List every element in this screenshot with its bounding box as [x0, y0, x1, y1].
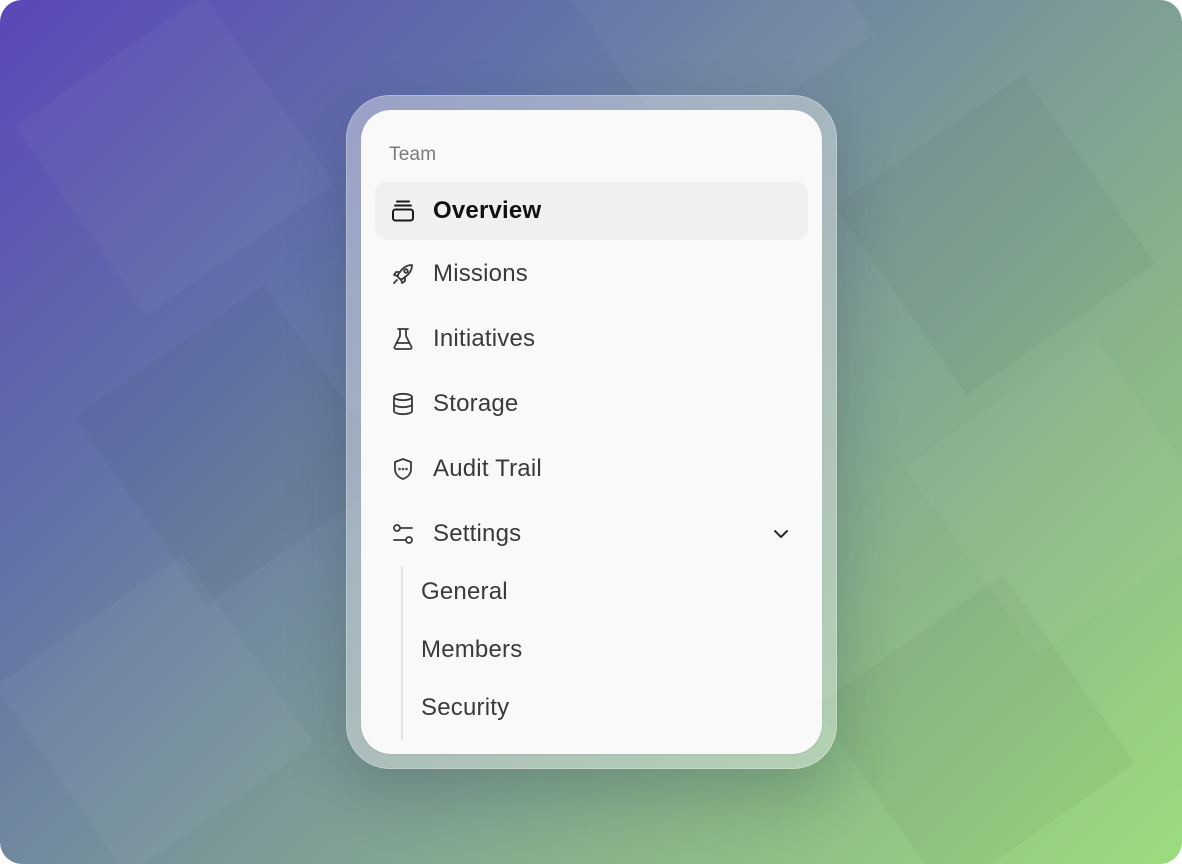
- submenu-item-security[interactable]: Security: [421, 685, 801, 731]
- flask-icon: [389, 325, 417, 353]
- sidebar-item-label: Storage: [433, 390, 519, 417]
- sidebar-item-storage[interactable]: Storage: [375, 375, 808, 433]
- database-icon: [389, 390, 417, 418]
- sidebar-item-label: Overview: [433, 197, 542, 224]
- sidebar-item-initiatives[interactable]: Initiatives: [375, 310, 808, 368]
- background-tile: [905, 335, 1182, 655]
- submenu-item-general[interactable]: General: [421, 569, 801, 615]
- rocket-icon: [389, 260, 417, 288]
- submenu-guide-line: [401, 566, 403, 740]
- chevron-down-icon[interactable]: [768, 521, 794, 547]
- sidebar-panel: Team Overview Missions Initiatives Stora…: [361, 110, 822, 754]
- sidebar-item-overview[interactable]: Overview: [375, 182, 808, 240]
- shield-icon: [389, 455, 417, 483]
- background-tile: [0, 555, 315, 864]
- background-tile: [15, 0, 335, 315]
- sidebar-item-label: Initiatives: [433, 325, 536, 352]
- submenu-item-members[interactable]: Members: [421, 627, 801, 673]
- sidebar-item-label: Settings: [433, 520, 522, 547]
- background: Team Overview Missions Initiatives Stora…: [0, 0, 1182, 864]
- sidebar-item-missions[interactable]: Missions: [375, 245, 808, 303]
- sliders-icon: [389, 520, 417, 548]
- sidebar-panel-frame: Team Overview Missions Initiatives Stora…: [346, 95, 837, 769]
- sidebar-item-settings[interactable]: Settings: [375, 505, 808, 563]
- background-tile: [835, 75, 1155, 395]
- section-label: Team: [389, 144, 437, 165]
- sidebar-item-audit-trail[interactable]: Audit Trail: [375, 440, 808, 498]
- stack-icon: [389, 197, 417, 225]
- sidebar-item-label: Missions: [433, 260, 528, 287]
- sidebar-item-label: Audit Trail: [433, 455, 542, 482]
